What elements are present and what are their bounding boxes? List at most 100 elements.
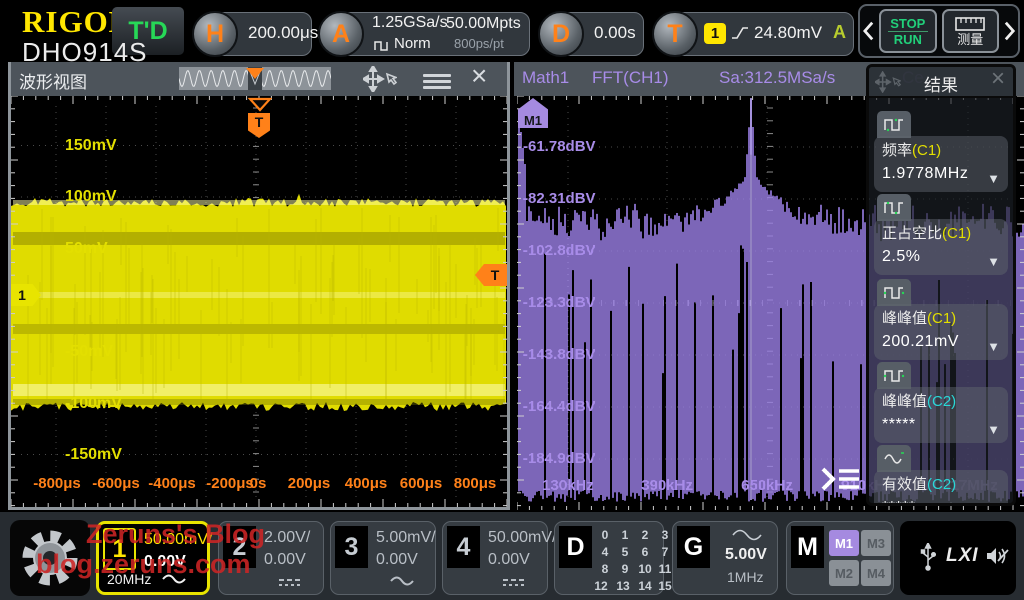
- close-icon[interactable]: ×: [471, 60, 487, 92]
- watermark-line1: Zeruns's Blog: [86, 519, 265, 550]
- measurement-value: 200.21mV: [882, 333, 1000, 351]
- watermark-line2: blog.zeruns.com: [36, 549, 251, 580]
- measurement-source: (C2): [927, 476, 956, 493]
- measurement-source: (C2): [927, 393, 956, 410]
- measurement-name: 频率: [882, 142, 912, 159]
- channel-offset: 0.00V: [488, 551, 530, 569]
- dropdown-icon[interactable]: ▼: [987, 171, 1000, 186]
- generator-button[interactable]: G 5.00V 1MHz: [672, 521, 778, 595]
- timebase-value: 200.00μs/: [248, 23, 323, 43]
- usb-icon[interactable]: [920, 543, 936, 571]
- delay-button[interactable]: D: [538, 11, 584, 57]
- math4-slot[interactable]: M4: [861, 560, 891, 586]
- channel-3-button[interactable]: 3 5.00mV/ 0.00V: [330, 521, 436, 595]
- fft-x-label: 650kHz: [741, 477, 793, 494]
- channel-number: 3: [335, 526, 368, 568]
- y-axis-label: 50mV: [65, 240, 108, 258]
- expand-menu-icon[interactable]: [817, 464, 861, 494]
- measurement-value: *****: [882, 499, 1000, 506]
- trigger-source-badge: 1: [704, 23, 726, 44]
- results-close-icon[interactable]: ×: [991, 65, 1005, 93]
- acquire-group[interactable]: A 1.25GSa/s Norm 50.00Mpts 800ps/pt: [318, 11, 530, 57]
- fft-y-label: -184.9dBV: [523, 450, 596, 467]
- digital-channels-button[interactable]: D 0123 4567 891011 12131415: [554, 521, 664, 595]
- chevron-right-icon[interactable]: [1004, 20, 1015, 42]
- peak-peak-icon: [877, 362, 911, 389]
- channel-4-button[interactable]: 4 50.00mV/ 0.00V: [442, 521, 548, 595]
- channel-offset: 0.00V: [376, 551, 418, 569]
- square-wave-icon: [877, 111, 911, 138]
- top-toolbar: RIGOL T'D H 200.00μs/ A 1.25GSa/s Norm 5…: [0, 0, 1024, 62]
- dropdown-icon[interactable]: ▼: [987, 422, 1000, 437]
- rising-edge-icon: [731, 25, 749, 41]
- math1-slot[interactable]: M1: [829, 530, 859, 556]
- math3-slot[interactable]: M3: [861, 530, 891, 556]
- math2-slot[interactable]: M2: [829, 560, 859, 586]
- generator-frequency: 1MHz: [727, 569, 764, 585]
- digital-channel-grid: 0123 4567 891011 12131415: [595, 524, 661, 592]
- waveform-preview-strip[interactable]: [179, 67, 331, 90]
- channel-offset: 0.00V: [264, 551, 306, 569]
- trigger-position-icon[interactable]: [248, 97, 272, 112]
- acquire-mode: Norm: [394, 35, 431, 52]
- rms-icon: [877, 445, 911, 472]
- measurement-value: *****: [882, 416, 1000, 434]
- x-axis-label: 200μs: [288, 475, 331, 492]
- chevron-left-icon[interactable]: [863, 20, 874, 42]
- stop-run-button[interactable]: STOP RUN: [879, 9, 936, 53]
- sample-rate: 1.25GSa/s: [372, 14, 448, 32]
- y-axis-label: 150mV: [65, 137, 117, 155]
- trigger-group[interactable]: T 1 24.80mV A: [652, 11, 854, 57]
- speaker-muted-icon[interactable]: [986, 545, 1010, 567]
- math-button[interactable]: M M1 M3 M2 M4: [786, 521, 894, 595]
- status-area: LXI: [900, 521, 1016, 595]
- waveform-window: 波形视图 × 150mV 100mV 50mV -50mV -100mV -15…: [8, 62, 510, 510]
- dc-coupling-icon: [501, 576, 527, 588]
- measurement-value: 2.5%: [882, 248, 1000, 266]
- menu-icon[interactable]: [423, 71, 451, 92]
- waveform-plot[interactable]: 150mV 100mV 50mV -50mV -100mV -150mV -80…: [11, 96, 507, 507]
- horizontal-button[interactable]: H: [192, 11, 238, 57]
- x-axis-label: -200μs: [206, 475, 254, 492]
- run-label: RUN: [894, 32, 922, 47]
- math-letter: M: [791, 526, 824, 568]
- oscilloscope-screen: RIGOL T'D H 200.00μs/ A 1.25GSa/s Norm 5…: [0, 0, 1024, 600]
- trigger-button[interactable]: T: [652, 11, 698, 57]
- x-axis-label: 400μs: [345, 475, 388, 492]
- x-axis-label: 0s: [250, 475, 267, 492]
- channel-scale: 5.00mV/: [376, 529, 436, 547]
- delay-group[interactable]: D 0.00s: [538, 11, 644, 57]
- trigger-sweep-mode: A: [833, 22, 846, 43]
- channel-scale: 50.00mV/: [488, 529, 556, 547]
- measure-button[interactable]: 测量: [942, 9, 999, 53]
- stop-label: STOP: [890, 16, 925, 31]
- y-axis-label: 100mV: [65, 188, 117, 206]
- fft-y-label: -82.31dBV: [523, 190, 596, 207]
- measurement-source: (C1): [942, 225, 971, 242]
- horizontal-group[interactable]: H 200.00μs/: [192, 11, 312, 57]
- fft-sample-rate: Sa:312.5MSa/s: [719, 68, 835, 88]
- fft-x-label: 130kHz: [542, 477, 594, 494]
- trigger-level: 24.80mV: [754, 23, 822, 43]
- move-icon[interactable]: [363, 66, 397, 92]
- quick-controls: STOP RUN 测量: [858, 4, 1020, 58]
- dropdown-icon[interactable]: ▼: [987, 505, 1000, 506]
- results-header[interactable]: 结果 ×: [869, 67, 1013, 98]
- dropdown-icon[interactable]: ▼: [987, 254, 1000, 269]
- delay-value: 0.00s: [594, 23, 636, 43]
- acquire-button[interactable]: A: [318, 11, 364, 57]
- x-axis-label: -600μs: [92, 475, 140, 492]
- results-panel: 结果 × 频率(C1) 1.9778MHz ▼ 正占空比(C1) 2.5% ▼ …: [866, 64, 1016, 506]
- measurement-source: (C1): [912, 142, 941, 159]
- fft-y-label: -102.8dBV: [523, 242, 596, 259]
- generator-amplitude: 5.00V: [725, 546, 767, 564]
- measure-label: 测量: [957, 32, 983, 47]
- measurement-name: 正占空比: [882, 225, 942, 242]
- y-axis-label: -100mV: [65, 395, 122, 413]
- measurement-value: 1.9778MHz: [882, 165, 1000, 183]
- sample-resolution: 800ps/pt: [454, 36, 504, 51]
- fft-y-label: -143.8dBV: [523, 346, 596, 363]
- x-axis-label: -400μs: [148, 475, 196, 492]
- dropdown-icon[interactable]: ▼: [987, 339, 1000, 354]
- y-axis-label: -50mV: [65, 343, 113, 361]
